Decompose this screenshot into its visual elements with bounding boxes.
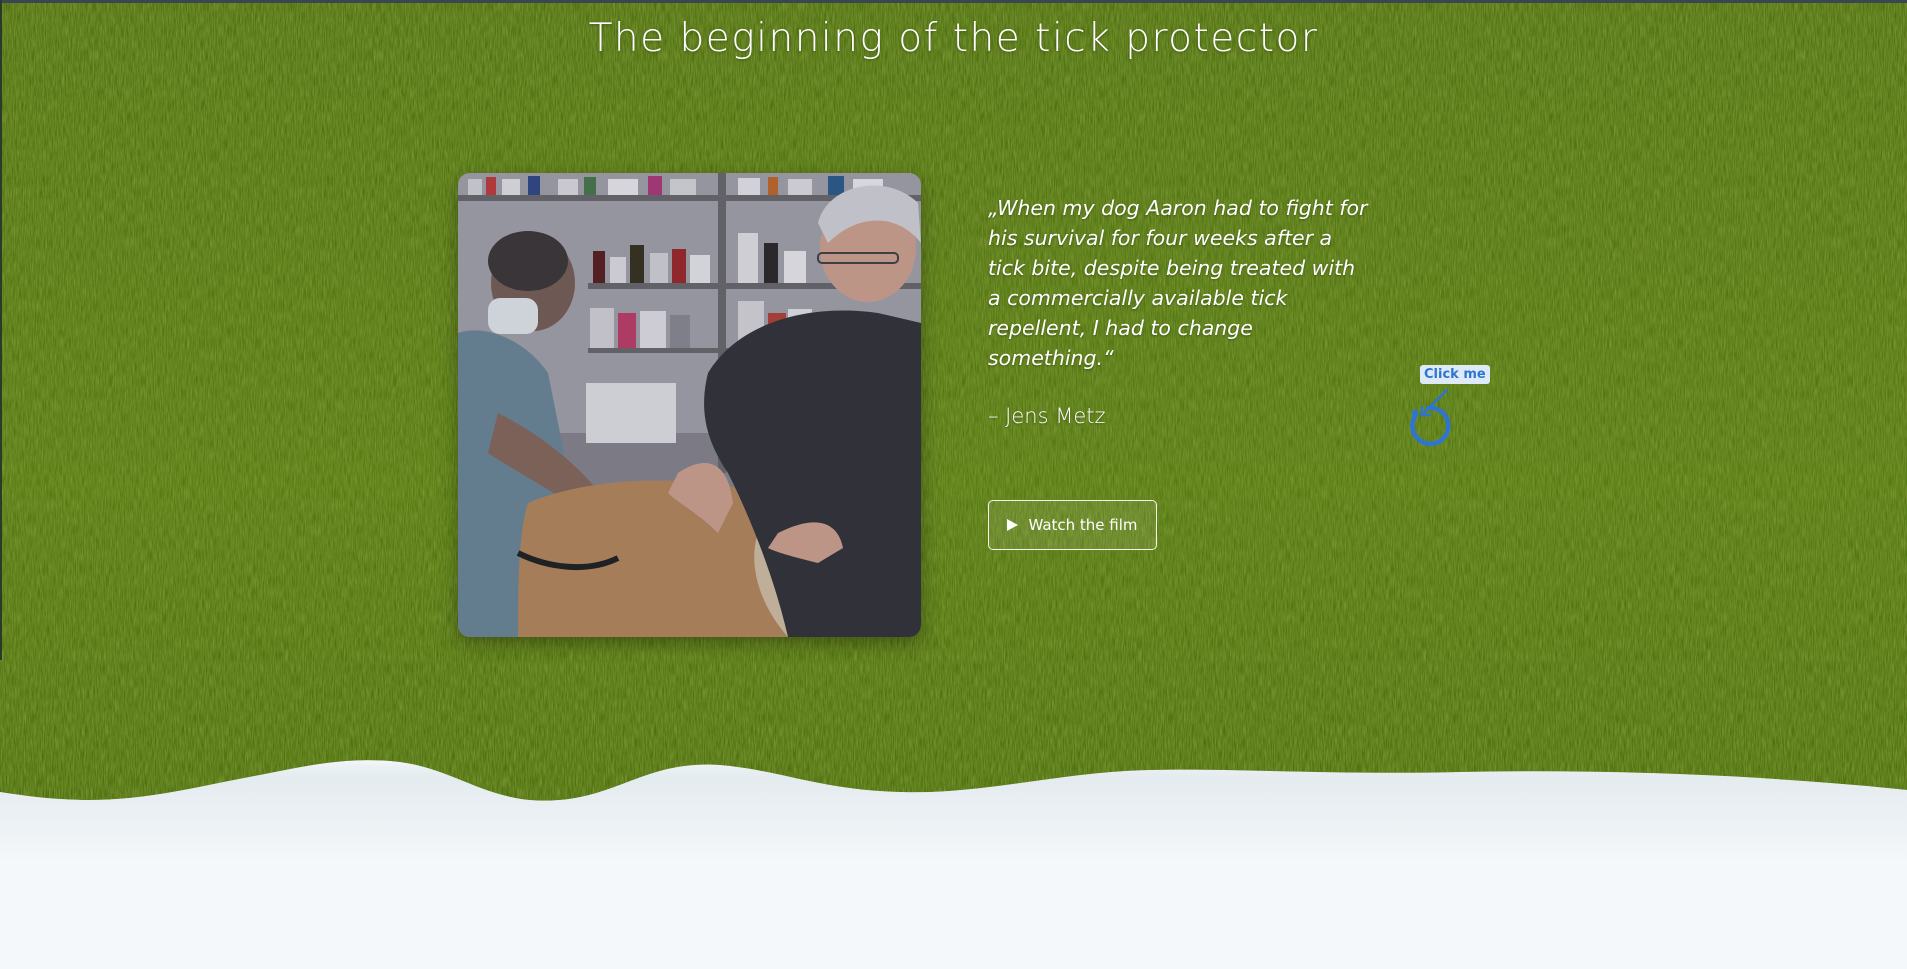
page-stage: The beginning of the tick protector „Whe… xyxy=(0,0,1907,969)
vet-exam-image xyxy=(458,173,921,637)
watch-film-button[interactable]: Watch the film xyxy=(988,500,1157,550)
grass-background xyxy=(0,0,1907,860)
page-title: The beginning of the tick protector xyxy=(588,16,1319,61)
story-photo xyxy=(458,173,921,637)
watch-film-label: Watch the film xyxy=(1028,516,1138,534)
testimonial-quote: „When my dog Aaron had to fight for his … xyxy=(988,196,1368,370)
left-edge-line xyxy=(0,0,2,660)
click-me-label: Click me xyxy=(1420,365,1490,384)
top-edge-line xyxy=(0,0,1907,3)
testimonial-author: – Jens Metz xyxy=(988,404,1106,428)
play-icon xyxy=(1007,519,1019,531)
